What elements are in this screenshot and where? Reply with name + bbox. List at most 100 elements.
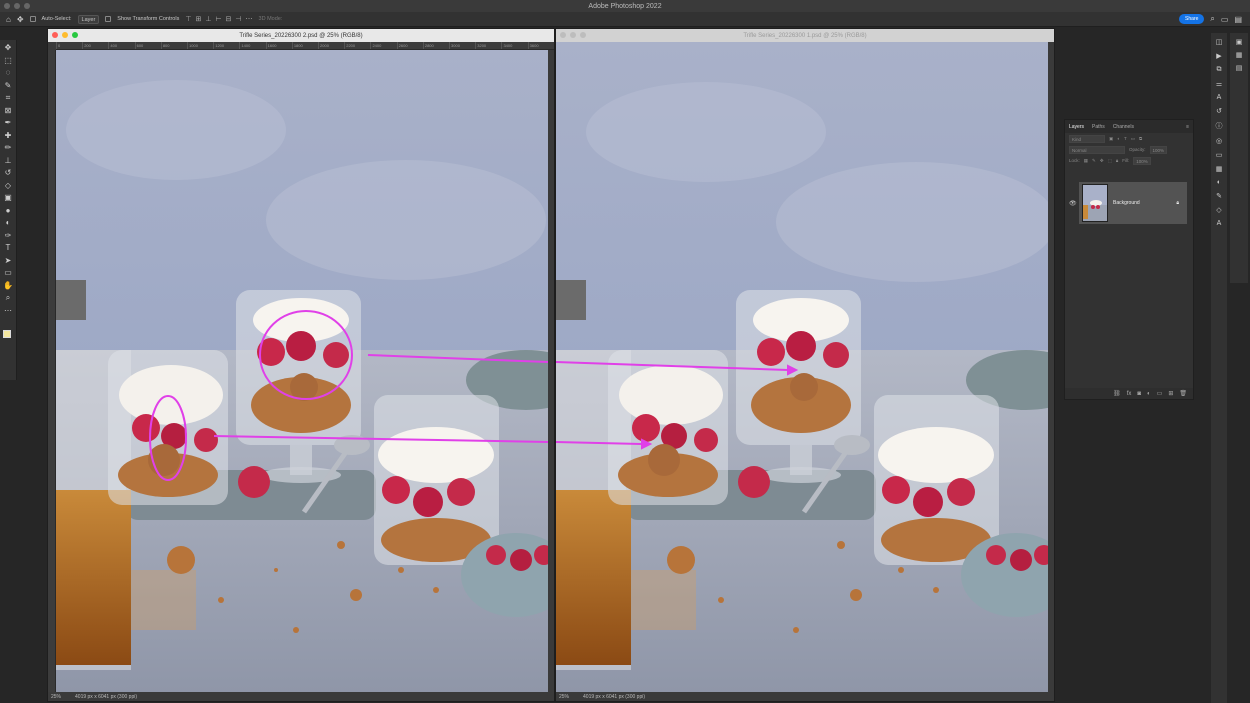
share-button[interactable]: Share (1179, 14, 1205, 24)
frame-tool-icon[interactable]: ⊠ (3, 106, 13, 115)
align-top-icon[interactable]: ⊤ (185, 15, 191, 23)
filter-type-icon[interactable]: T (1124, 136, 1127, 141)
document-tab-active[interactable]: Trifle Series_20226300 2.psd @ 25% (RGB/… (48, 29, 554, 42)
path-select-tool-icon[interactable]: ➤ (3, 256, 13, 265)
blend-mode-dropdown[interactable]: Normal (1069, 145, 1125, 154)
lock-pixels-icon[interactable]: ▦ (1084, 158, 1088, 164)
panel-menu-icon[interactable]: ≡ (1186, 124, 1193, 130)
layer-comps-icon[interactable]: ⧉ (1217, 66, 1222, 74)
filter-adjustment-icon[interactable]: ◐ (1117, 136, 1120, 141)
filter-smart-icon[interactable]: ⧉ (1139, 136, 1142, 141)
doc-zoom-dot[interactable] (580, 32, 586, 38)
foreground-color-swatch[interactable] (3, 330, 11, 338)
vertical-scrollbar[interactable] (1048, 42, 1054, 692)
auto-select-checkbox[interactable] (29, 16, 36, 22)
history-icon[interactable]: ↺ (1216, 107, 1222, 115)
visibility-eye-icon[interactable]: 👁︎ (1069, 200, 1077, 207)
lock-paint-icon[interactable]: ✎ (1092, 158, 1096, 164)
paths-icon[interactable]: ◇ (1216, 206, 1221, 214)
layer-row-background[interactable]: Background 🔒︎ (1079, 182, 1187, 224)
shape-tool-icon[interactable]: ▭ (3, 268, 13, 277)
align-bottom-icon[interactable]: ⊥ (205, 15, 211, 23)
vertical-ruler[interactable] (48, 50, 56, 692)
document-info[interactable]: 4019 px x 6041 px (300 ppi) (75, 694, 137, 700)
properties-icon[interactable]: ▣ (1236, 38, 1243, 46)
workspace-icon[interactable]: ▭ (1221, 15, 1229, 24)
home-icon[interactable]: ⌂ (6, 15, 11, 24)
fx-icon[interactable]: fx (1127, 391, 1132, 397)
more-tools-icon[interactable]: ⋯ (3, 306, 13, 315)
lock-artboard-icon[interactable]: ⬚ (1108, 158, 1112, 164)
kind-filter-dropdown[interactable]: Kind (1069, 134, 1105, 143)
stamp-tool-icon[interactable]: ⊥ (3, 156, 13, 165)
zoom-level[interactable]: 25% (559, 694, 569, 700)
more-options-icon[interactable]: ⋯ (246, 15, 253, 23)
arrange-icon[interactable]: ▤ (1234, 15, 1242, 24)
play-actions-icon[interactable]: ▶ (1216, 52, 1221, 60)
document-window-controls[interactable] (52, 32, 78, 38)
delete-layer-icon[interactable]: 🗑︎ (1179, 390, 1187, 397)
eraser-tool-icon[interactable]: ◇ (3, 181, 13, 190)
history-brush-tool-icon[interactable]: ↺ (3, 168, 13, 177)
align-middle-icon[interactable]: ⊞ (195, 15, 201, 23)
align-right-icon[interactable]: ⊣ (235, 15, 241, 23)
eyedropper-tool-icon[interactable]: ✒ (3, 118, 13, 127)
opacity-field[interactable]: 100% (1149, 145, 1168, 154)
search-icon[interactable]: ⌕ (1210, 14, 1214, 24)
lock-all-icon[interactable]: 🔒︎ (1116, 158, 1118, 163)
vertical-scrollbar[interactable] (548, 50, 554, 692)
swatches-icon[interactable]: ▦ (1216, 165, 1223, 173)
brush-settings-icon[interactable]: ✎ (1216, 192, 1222, 200)
color-icon[interactable]: ◐ (1217, 179, 1221, 186)
align-left-icon[interactable]: ⊢ (215, 15, 221, 23)
document-canvas[interactable] (56, 50, 548, 692)
document-tab-inactive[interactable]: Trifle Series_20226300 1.psd @ 25% (RGB/… (556, 29, 1054, 42)
doc-close-dot[interactable] (560, 32, 566, 38)
horizontal-ruler[interactable]: 0 200 400 600 800 1000 1200 1400 1600 18… (56, 42, 554, 50)
move-tool-icon[interactable]: ✥ (3, 43, 13, 52)
glyphs-icon[interactable]: A (1217, 220, 1222, 227)
new-layer-icon[interactable]: ⊞ (1168, 390, 1173, 397)
transform-controls-checkbox[interactable] (105, 16, 112, 22)
doc-minimize-dot[interactable] (570, 32, 576, 38)
link-layers-icon[interactable]: ⛓︎ (1113, 390, 1121, 397)
auto-select-dropdown[interactable]: Layer (77, 14, 100, 24)
gradient-tool-icon[interactable]: ▣ (3, 193, 13, 202)
info-icon[interactable]: ⓘ (1216, 121, 1223, 131)
lasso-tool-icon[interactable]: ◌ (3, 68, 13, 77)
crop-tool-icon[interactable]: ⌗ (3, 93, 13, 102)
libraries-icon[interactable]: ◫ (1216, 38, 1223, 46)
add-mask-icon[interactable]: ◙ (1137, 391, 1141, 397)
close-dot[interactable] (4, 3, 10, 9)
grid-icon[interactable]: ▦ (1236, 51, 1243, 59)
minimize-dot[interactable] (14, 3, 20, 9)
adjustments-icon[interactable]: ⚌ (1216, 80, 1222, 88)
tab-layers[interactable]: Layers (1069, 124, 1084, 130)
zoom-level[interactable]: 25% (51, 694, 61, 700)
quick-select-tool-icon[interactable]: ✎ (3, 81, 13, 90)
lock-position-icon[interactable]: ✥ (1100, 158, 1104, 164)
healing-tool-icon[interactable]: ✚ (3, 131, 13, 140)
fill-field[interactable]: 100% (1133, 156, 1151, 165)
document-window-controls[interactable] (560, 32, 586, 38)
comments-icon[interactable]: ▭ (1216, 151, 1223, 159)
filter-pixel-icon[interactable]: ▣ (1109, 136, 1113, 142)
align-center-icon[interactable]: ⊟ (226, 15, 232, 23)
zoom-dot[interactable] (24, 3, 30, 9)
patterns-icon[interactable]: ▤ (1236, 64, 1243, 72)
brush-tool-icon[interactable]: ✏ (3, 143, 13, 152)
doc-close-dot[interactable] (52, 32, 58, 38)
doc-zoom-dot[interactable] (72, 32, 78, 38)
tab-channels[interactable]: Channels (1113, 124, 1134, 130)
adjustment-layer-icon[interactable]: ◐ (1147, 391, 1151, 397)
move-tool-icon[interactable]: ✥ (17, 15, 24, 24)
color-swatches[interactable] (3, 330, 14, 341)
window-controls[interactable] (4, 3, 30, 9)
marquee-tool-icon[interactable]: ⬚ (3, 56, 13, 65)
channels-icon[interactable]: ◎ (1216, 137, 1222, 145)
new-group-icon[interactable]: ▭ (1157, 390, 1163, 397)
document-canvas[interactable] (556, 42, 1048, 692)
hand-tool-icon[interactable]: ✋ (3, 281, 13, 290)
zoom-tool-icon[interactable]: ⌕ (3, 293, 13, 302)
document-info[interactable]: 4019 px x 6041 px (300 ppi) (583, 694, 645, 700)
